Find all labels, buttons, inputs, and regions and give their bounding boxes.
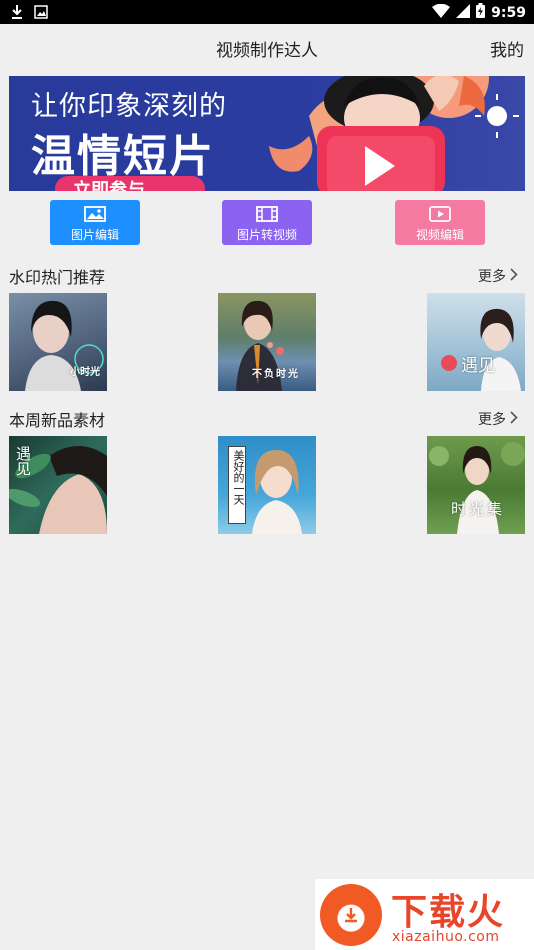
thumb-watermark: 小时光 <box>70 367 100 378</box>
promo-banner[interactable]: 让你印象深刻的 温情短片 立即参与 <box>9 76 525 191</box>
section-title-hot: 水印热门推荐 <box>9 268 106 287</box>
film-icon <box>256 206 278 225</box>
banner-line1: 让你印象深刻的 <box>31 91 227 122</box>
image-to-video-button[interactable]: 图片转视频 <box>222 200 312 245</box>
battery-icon <box>476 3 486 22</box>
template-thumb[interactable]: 遇见 <box>9 436 107 534</box>
thumb-watermark: 遇见 <box>14 446 32 476</box>
template-thumb[interactable]: 小时光 <box>9 293 107 391</box>
template-thumb[interactable]: 遇见 <box>427 293 525 391</box>
image-to-video-label: 图片转视频 <box>236 228 297 242</box>
section-title-new: 本周新品素材 <box>9 411 106 430</box>
template-thumb[interactable]: 时光集 <box>427 436 525 534</box>
download-icon <box>10 4 24 24</box>
logo-brand: 下载火 <box>391 892 506 933</box>
status-bar: 9:59 <box>0 0 534 24</box>
portrait-photo <box>441 308 521 391</box>
signal-icon <box>456 3 471 22</box>
template-thumb[interactable]: 不负时光 <box>218 293 316 391</box>
mine-button[interactable]: 我的 <box>490 36 524 61</box>
thumb-watermark: 遇见 <box>461 356 495 376</box>
thumb-watermark: 时光集 <box>451 500 506 518</box>
portrait-photo <box>429 442 525 534</box>
wifi-icon <box>432 3 451 22</box>
more-link-new[interactable]: 更多 <box>478 409 518 429</box>
banner-illustration <box>269 76 519 191</box>
template-thumb[interactable]: 美好的一天 <box>218 436 316 534</box>
chevron-right-icon <box>510 410 518 428</box>
video-edit-label: 视频编辑 <box>415 228 464 242</box>
chevron-right-icon <box>510 267 518 285</box>
image-icon <box>84 206 106 225</box>
logo-domain: xiazaihuo.com <box>392 929 500 945</box>
banner-cta: 立即参与 <box>55 176 205 191</box>
image-edit-button[interactable]: 图片编辑 <box>50 200 140 245</box>
download-circle-icon <box>345 908 357 923</box>
image-notification-icon <box>34 4 48 24</box>
video-edit-button[interactable]: 视频编辑 <box>395 200 485 245</box>
more-link-hot[interactable]: 更多 <box>478 266 518 286</box>
banner-line2: 温情短片 <box>31 131 215 182</box>
thumb-watermark: 美好的一天 <box>232 450 245 505</box>
page-title: 视频制作达人 <box>216 41 318 61</box>
more-label: 更多 <box>478 269 506 285</box>
video-play-icon <box>429 206 451 225</box>
more-label: 更多 <box>478 412 506 428</box>
status-time: 9:59 <box>491 4 526 21</box>
image-edit-label: 图片编辑 <box>70 228 119 242</box>
site-watermark-logo: 下载火 xiazaihuo.com <box>315 879 534 950</box>
thumb-watermark: 不负时光 <box>252 369 300 380</box>
app-bar: 视频制作达人 我的 <box>0 24 534 70</box>
